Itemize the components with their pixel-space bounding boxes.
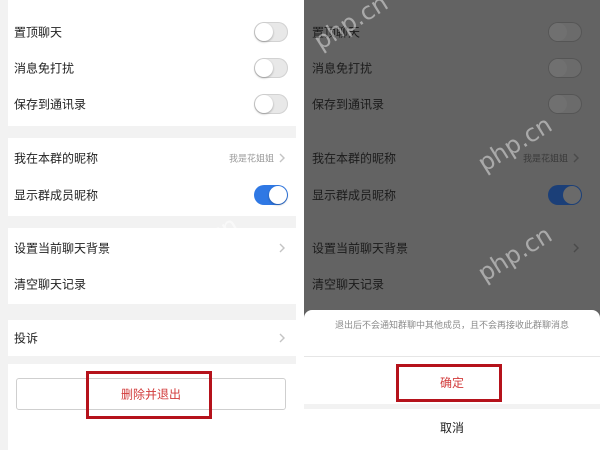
save-contacts-row[interactable]: 保存到通讯录 (8, 86, 296, 122)
nickname-row[interactable]: 我在本群的昵称 我是花姐姐 (8, 140, 296, 176)
save-contacts-toggle[interactable] (254, 94, 288, 114)
panel-divider (296, 0, 304, 450)
toggle-knob (549, 59, 567, 77)
chevron-right-icon (279, 333, 285, 343)
sheet-divider (304, 404, 600, 409)
show-nicknames-toggle (548, 185, 582, 205)
exit-warning-message: 退出后不会通知群聊中其他成员，且不会再接收此群聊消息 (334, 321, 569, 331)
show-nicknames-toggle[interactable] (254, 185, 288, 205)
highlight-box (86, 371, 212, 419)
show-nicknames-label: 显示群成员昵称 (14, 188, 99, 203)
chevron-right-icon (279, 153, 285, 163)
nickname-label: 我在本群的昵称 (14, 151, 99, 166)
mute-label: 消息免打扰 (14, 61, 75, 76)
toggle-knob (549, 95, 567, 113)
clear-history-label: 清空聊天记录 (14, 277, 87, 292)
toggle-knob (255, 95, 273, 113)
nickname-label: 我在本群的昵称 (312, 151, 397, 166)
set-background-label: 设置当前聊天背景 (312, 241, 409, 256)
chevron-right-icon (573, 243, 579, 253)
save-contacts-label: 保存到通讯录 (312, 97, 385, 112)
exit-confirm-panel: 置顶聊天 消息免打扰 保存到通讯录 我在本群的昵称 我是花姐姐 显示群成员昵称 … (304, 0, 600, 450)
cancel-button[interactable]: 取消 (304, 413, 600, 443)
pin-chat-label: 置顶聊天 (14, 25, 63, 40)
pin-chat-toggle (548, 22, 582, 42)
clear-history-row[interactable]: 清空聊天记录 (8, 266, 296, 302)
mute-label: 消息免打扰 (312, 61, 373, 76)
report-row[interactable]: 投诉 (8, 320, 296, 356)
clear-history-row: 清空聊天记录 (304, 266, 592, 302)
set-background-row[interactable]: 设置当前聊天背景 (8, 230, 296, 266)
nickname-value: 我是花姐姐 (522, 154, 568, 165)
group-settings-panel: 置顶聊天 消息免打扰 保存到通讯录 我在本群的昵称 我是花姐姐 显示群成员昵称 … (0, 0, 296, 450)
highlight-box (396, 364, 502, 402)
toggle-knob (255, 59, 273, 77)
pin-chat-toggle[interactable] (254, 22, 288, 42)
show-nicknames-row[interactable]: 显示群成员昵称 (8, 176, 296, 214)
nickname-value: 我是花姐姐 (228, 154, 274, 165)
toggle-knob (269, 186, 287, 204)
save-contacts-row: 保存到通讯录 (304, 86, 592, 122)
mute-toggle (548, 58, 582, 78)
set-background-label: 设置当前聊天背景 (14, 241, 111, 256)
mute-toggle[interactable] (254, 58, 288, 78)
nickname-row: 我在本群的昵称 我是花姐姐 (304, 140, 592, 176)
mute-row: 消息免打扰 (304, 50, 592, 86)
clear-history-label: 清空聊天记录 (312, 277, 385, 292)
toggle-knob (255, 23, 273, 41)
save-contacts-label: 保存到通讯录 (14, 97, 87, 112)
chevron-right-icon (279, 243, 285, 253)
sheet-divider (304, 356, 600, 357)
mute-row[interactable]: 消息免打扰 (8, 50, 296, 86)
exit-action-sheet: 退出后不会通知群聊中其他成员，且不会再接收此群聊消息 确定 取消 (304, 310, 600, 450)
chevron-right-icon (573, 153, 579, 163)
show-nicknames-label: 显示群成员昵称 (312, 188, 397, 203)
report-label: 投诉 (14, 331, 39, 346)
show-nicknames-row: 显示群成员昵称 (304, 176, 592, 214)
toggle-knob (563, 186, 581, 204)
save-contacts-toggle (548, 94, 582, 114)
toggle-knob (549, 23, 567, 41)
